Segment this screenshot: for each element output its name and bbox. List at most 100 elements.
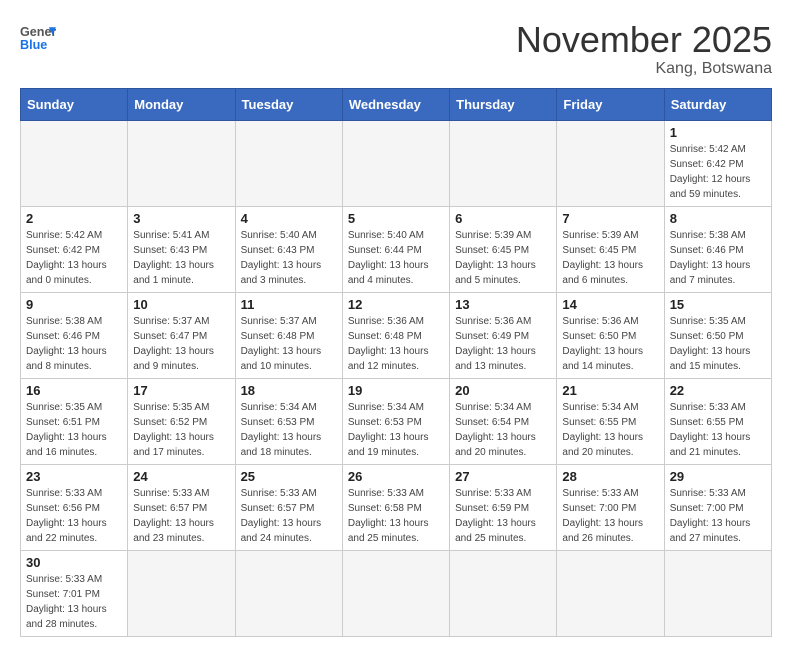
calendar-table: SundayMondayTuesdayWednesdayThursdayFrid…: [20, 88, 772, 637]
day-number: 14: [562, 297, 658, 312]
calendar-day-cell: 5 Sunrise: 5:40 AM Sunset: 6:44 PM Daylig…: [342, 206, 449, 292]
day-info: Sunrise: 5:38 AM Sunset: 6:46 PM Dayligh…: [26, 314, 122, 374]
day-info: Sunrise: 5:33 AM Sunset: 6:57 PM Dayligh…: [133, 486, 229, 546]
day-number: 25: [241, 469, 337, 484]
day-number: 8: [670, 211, 766, 226]
day-info: Sunrise: 5:33 AM Sunset: 7:01 PM Dayligh…: [26, 572, 122, 632]
calendar-header-row: SundayMondayTuesdayWednesdayThursdayFrid…: [21, 88, 772, 120]
calendar-day-cell: 19Sunrise: 5:34 AM Sunset: 6:53 PM Dayli…: [342, 378, 449, 464]
day-info: Sunrise: 5:40 AM Sunset: 6:44 PM Dayligh…: [348, 228, 444, 288]
day-number: 11: [241, 297, 337, 312]
calendar-day-cell: 17 Sunrise: 5:35 AM Sunset: 6:52 PM Dayli…: [128, 378, 235, 464]
day-info: Sunrise: 5:34 AM Sunset: 6:54 PM Dayligh…: [455, 400, 551, 460]
day-info: Sunrise: 5:33 AM Sunset: 6:56 PM Dayligh…: [26, 486, 122, 546]
calendar-day-cell: 20Sunrise: 5:34 AM Sunset: 6:54 PM Dayli…: [450, 378, 557, 464]
day-info: Sunrise: 5:37 AM Sunset: 6:47 PM Dayligh…: [133, 314, 229, 374]
day-number: 26: [348, 469, 444, 484]
calendar-day-cell: 27Sunrise: 5:33 AM Sunset: 6:59 PM Dayli…: [450, 464, 557, 550]
calendar-day-cell: 3 Sunrise: 5:41 AM Sunset: 6:43 PM Daylig…: [128, 206, 235, 292]
calendar-day-cell: [128, 120, 235, 206]
calendar-day-cell: 14 Sunrise: 5:36 AM Sunset: 6:50 PM Dayli…: [557, 292, 664, 378]
day-number: 17: [133, 383, 229, 398]
day-number: 13: [455, 297, 551, 312]
calendar-day-cell: 15 Sunrise: 5:35 AM Sunset: 6:50 PM Dayli…: [664, 292, 771, 378]
calendar-day-cell: [450, 120, 557, 206]
calendar-day-cell: 10 Sunrise: 5:37 AM Sunset: 6:47 PM Dayli…: [128, 292, 235, 378]
day-info: Sunrise: 5:37 AM Sunset: 6:48 PM Dayligh…: [241, 314, 337, 374]
calendar-day-cell: 12 Sunrise: 5:36 AM Sunset: 6:48 PM Dayli…: [342, 292, 449, 378]
day-number: 15: [670, 297, 766, 312]
day-number: 19: [348, 383, 444, 398]
day-info: Sunrise: 5:41 AM Sunset: 6:43 PM Dayligh…: [133, 228, 229, 288]
day-info: Sunrise: 5:35 AM Sunset: 6:52 PM Dayligh…: [133, 400, 229, 460]
day-number: 22: [670, 383, 766, 398]
day-number: 3: [133, 211, 229, 226]
calendar-day-cell: [664, 550, 771, 636]
day-number: 5: [348, 211, 444, 226]
day-info: Sunrise: 5:33 AM Sunset: 6:58 PM Dayligh…: [348, 486, 444, 546]
day-info: Sunrise: 5:33 AM Sunset: 6:55 PM Dayligh…: [670, 400, 766, 460]
day-number: 1: [670, 125, 766, 140]
day-number: 24: [133, 469, 229, 484]
calendar-day-cell: [557, 550, 664, 636]
day-number: 6: [455, 211, 551, 226]
calendar-week-row: 2 Sunrise: 5:42 AM Sunset: 6:42 PM Daylig…: [21, 206, 772, 292]
calendar-week-row: 16Sunrise: 5:35 AM Sunset: 6:51 PM Dayli…: [21, 378, 772, 464]
day-number: 18: [241, 383, 337, 398]
day-number: 30: [26, 555, 122, 570]
day-number: 12: [348, 297, 444, 312]
calendar-day-cell: 29 Sunrise: 5:33 AM Sunset: 7:00 PM Dayli…: [664, 464, 771, 550]
day-number: 29: [670, 469, 766, 484]
day-of-week-header: Saturday: [664, 88, 771, 120]
calendar-day-cell: 16Sunrise: 5:35 AM Sunset: 6:51 PM Dayli…: [21, 378, 128, 464]
calendar-day-cell: 21Sunrise: 5:34 AM Sunset: 6:55 PM Dayli…: [557, 378, 664, 464]
calendar-day-cell: 8 Sunrise: 5:38 AM Sunset: 6:46 PM Daylig…: [664, 206, 771, 292]
day-info: Sunrise: 5:38 AM Sunset: 6:46 PM Dayligh…: [670, 228, 766, 288]
calendar-day-cell: 11 Sunrise: 5:37 AM Sunset: 6:48 PM Dayli…: [235, 292, 342, 378]
day-info: Sunrise: 5:36 AM Sunset: 6:50 PM Dayligh…: [562, 314, 658, 374]
day-of-week-header: Wednesday: [342, 88, 449, 120]
calendar-day-cell: 28Sunrise: 5:33 AM Sunset: 7:00 PM Dayli…: [557, 464, 664, 550]
day-number: 2: [26, 211, 122, 226]
calendar-day-cell: [235, 550, 342, 636]
logo-icon: General Blue: [20, 20, 56, 56]
day-info: Sunrise: 5:33 AM Sunset: 6:57 PM Dayligh…: [241, 486, 337, 546]
calendar-day-cell: 23 Sunrise: 5:33 AM Sunset: 6:56 PM Dayli…: [21, 464, 128, 550]
calendar-day-cell: [342, 120, 449, 206]
calendar-day-cell: [450, 550, 557, 636]
calendar-week-row: 23 Sunrise: 5:33 AM Sunset: 6:56 PM Dayli…: [21, 464, 772, 550]
day-info: Sunrise: 5:39 AM Sunset: 6:45 PM Dayligh…: [455, 228, 551, 288]
calendar-day-cell: 9 Sunrise: 5:38 AM Sunset: 6:46 PM Daylig…: [21, 292, 128, 378]
day-number: 27: [455, 469, 551, 484]
day-info: Sunrise: 5:39 AM Sunset: 6:45 PM Dayligh…: [562, 228, 658, 288]
calendar-day-cell: 13 Sunrise: 5:36 AM Sunset: 6:49 PM Dayli…: [450, 292, 557, 378]
day-info: Sunrise: 5:35 AM Sunset: 6:50 PM Dayligh…: [670, 314, 766, 374]
day-of-week-header: Monday: [128, 88, 235, 120]
day-number: 21: [562, 383, 658, 398]
calendar-week-row: 9 Sunrise: 5:38 AM Sunset: 6:46 PM Daylig…: [21, 292, 772, 378]
calendar-day-cell: 18 Sunrise: 5:34 AM Sunset: 6:53 PM Dayli…: [235, 378, 342, 464]
day-info: Sunrise: 5:42 AM Sunset: 6:42 PM Dayligh…: [670, 142, 766, 202]
svg-text:Blue: Blue: [20, 38, 47, 52]
day-number: 9: [26, 297, 122, 312]
day-of-week-header: Thursday: [450, 88, 557, 120]
day-info: Sunrise: 5:42 AM Sunset: 6:42 PM Dayligh…: [26, 228, 122, 288]
day-number: 7: [562, 211, 658, 226]
day-info: Sunrise: 5:36 AM Sunset: 6:49 PM Dayligh…: [455, 314, 551, 374]
day-number: 16: [26, 383, 122, 398]
calendar-day-cell: 30 Sunrise: 5:33 AM Sunset: 7:01 PM Dayli…: [21, 550, 128, 636]
calendar-day-cell: 4Sunrise: 5:40 AM Sunset: 6:43 PM Daylig…: [235, 206, 342, 292]
calendar-day-cell: 6 Sunrise: 5:39 AM Sunset: 6:45 PM Daylig…: [450, 206, 557, 292]
day-info: Sunrise: 5:33 AM Sunset: 7:00 PM Dayligh…: [670, 486, 766, 546]
calendar-day-cell: 25 Sunrise: 5:33 AM Sunset: 6:57 PM Dayli…: [235, 464, 342, 550]
calendar-day-cell: 1 Sunrise: 5:42 AM Sunset: 6:42 PM Daylig…: [664, 120, 771, 206]
day-info: Sunrise: 5:34 AM Sunset: 6:53 PM Dayligh…: [241, 400, 337, 460]
calendar-day-cell: 24 Sunrise: 5:33 AM Sunset: 6:57 PM Dayli…: [128, 464, 235, 550]
logo: General Blue: [20, 20, 56, 56]
calendar-day-cell: 7 Sunrise: 5:39 AM Sunset: 6:45 PM Daylig…: [557, 206, 664, 292]
calendar-day-cell: [128, 550, 235, 636]
day-number: 4: [241, 211, 337, 226]
day-number: 23: [26, 469, 122, 484]
day-number: 10: [133, 297, 229, 312]
day-info: Sunrise: 5:36 AM Sunset: 6:48 PM Dayligh…: [348, 314, 444, 374]
